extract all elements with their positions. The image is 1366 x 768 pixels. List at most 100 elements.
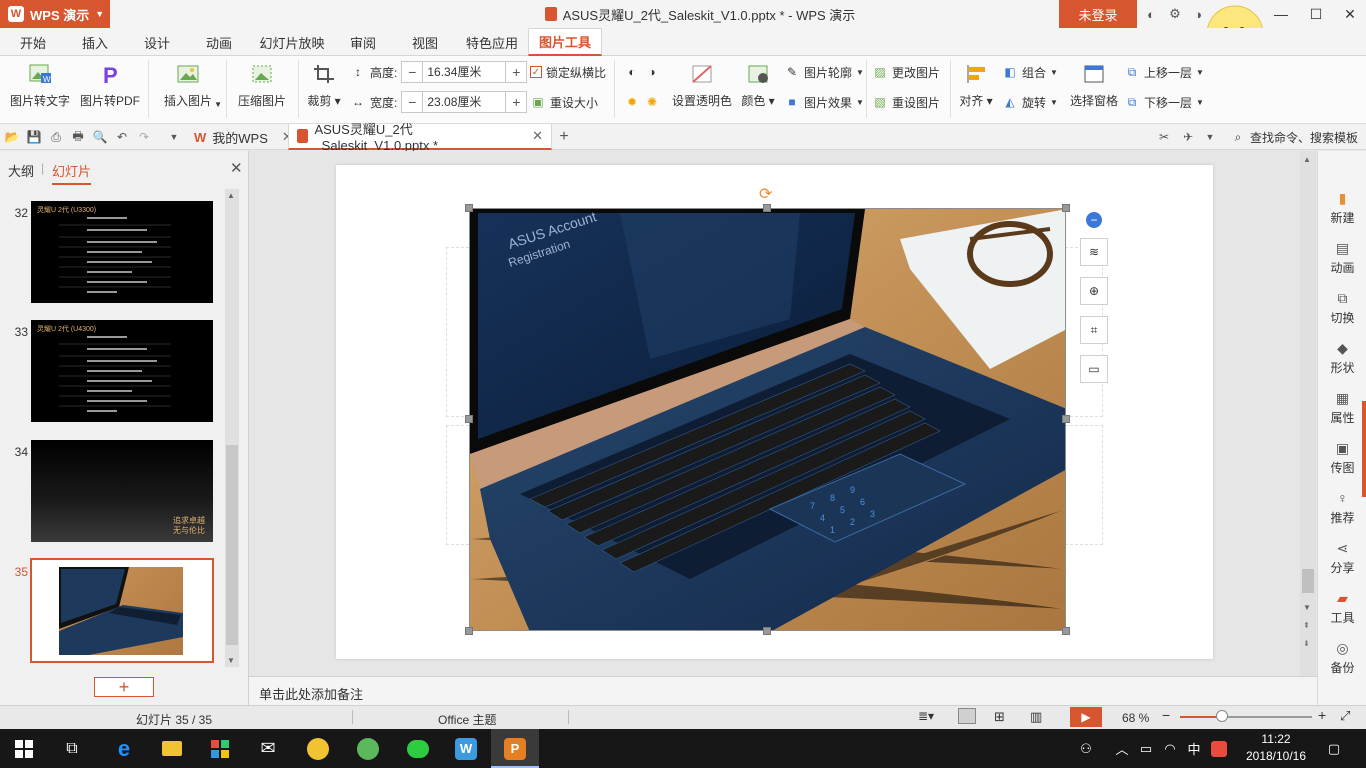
login-button[interactable]: 未登录 (1059, 0, 1137, 28)
width-field[interactable]: − 23.08厘米 + (401, 91, 528, 113)
close-icon[interactable]: ✕ (230, 159, 243, 177)
width-value[interactable]: 23.08厘米 (422, 92, 507, 112)
tab-outline[interactable]: 大纲 (8, 161, 34, 180)
sidebar-item-share[interactable]: ⋖ 分享 (1318, 539, 1366, 576)
redo-icon[interactable]: ↷ (136, 129, 152, 145)
resize-handle[interactable] (465, 415, 473, 423)
bring-forward-button[interactable]: ⧉ 上移一层 ▼ (1124, 61, 1204, 83)
tab-my-wps[interactable]: W 我的WPS ✕ (186, 124, 301, 150)
task-view-icon[interactable]: ⧉ (48, 729, 96, 768)
save-icon[interactable]: 💾 (26, 129, 42, 145)
notes-toggle-icon[interactable]: ≣▾ (918, 709, 934, 723)
resize-handle[interactable] (1062, 204, 1070, 212)
people-icon[interactable]: ⚇ (1074, 729, 1098, 768)
sidebar-item-shape[interactable]: ◆ 形状 (1318, 339, 1366, 376)
maximize-button[interactable]: ☐ (1299, 0, 1333, 28)
tab-insert[interactable]: 插入 (70, 28, 120, 56)
clock[interactable]: 11:22 2018/10/16 (1236, 731, 1316, 765)
slide-thumbnail-33[interactable]: 灵耀U 2代 (U4300) (31, 320, 213, 422)
sidebar-item-new[interactable]: ▮ 新建 (1318, 189, 1366, 226)
tab-home[interactable]: 开始 (8, 28, 58, 56)
scroll-down-icon[interactable]: ▼ (227, 656, 235, 665)
color-button[interactable]: 颜色 ▾ (738, 62, 778, 109)
frame-icon[interactable]: ▭ (1080, 355, 1108, 383)
slide-thumbnail-35[interactable] (30, 558, 214, 663)
undo-icon[interactable]: ↶ (114, 129, 130, 145)
slide-thumbnail-32[interactable]: 灵耀U 2代 (U3300) (31, 201, 213, 303)
height-decrement-button[interactable]: − (402, 64, 422, 80)
app-menu-button[interactable]: W WPS 演示 ▼ (0, 0, 110, 28)
sidebar-item-backup[interactable]: ◎ 备份 (1318, 639, 1366, 676)
resize-handle[interactable] (1062, 627, 1070, 635)
pin-icon[interactable]: ✂ (1156, 129, 1172, 145)
play-slideshow-button[interactable]: ▶ (1070, 707, 1102, 727)
zoom-in-icon[interactable]: + (1318, 707, 1326, 723)
scroll-up-icon[interactable]: ▲ (227, 191, 235, 200)
height-field[interactable]: − 16.34厘米 + (401, 61, 528, 83)
lock-ratio-checkbox[interactable]: ✓ 锁定纵横比 (530, 61, 606, 83)
reading-view-icon[interactable]: ▥ (1030, 709, 1042, 725)
rotate-handle-icon[interactable]: ⟳ (759, 184, 772, 204)
zoom-in-icon[interactable]: ⊕ (1080, 277, 1108, 305)
print-preview-icon[interactable]: 🔍 (92, 129, 108, 145)
tab-design[interactable]: 设计 (132, 28, 182, 56)
resize-handle[interactable] (763, 204, 771, 212)
tab-slideshow[interactable]: 幻灯片放映 (254, 28, 330, 56)
tools-icon[interactable]: ✈ (1180, 129, 1196, 145)
tab-special[interactable]: 特色应用 (460, 28, 524, 56)
command-search[interactable]: ⌕ 查找命令、搜索模板 (1230, 126, 1358, 148)
selection-pane-button[interactable]: 选择窗格 (1066, 62, 1122, 109)
start-button[interactable] (0, 729, 48, 768)
wifi-icon[interactable]: ◠ (1160, 729, 1180, 768)
resize-handle[interactable] (763, 627, 771, 635)
customize-toolbar-icon[interactable]: ▼ (166, 129, 182, 145)
slide-thumbnail-34[interactable]: 追求卓越 无与伦比 (31, 440, 213, 542)
open-icon[interactable]: 📂 (4, 129, 20, 145)
tab-document[interactable]: ASUS灵耀U_2代_Saleskit_V1.0.pptx * ✕ (288, 122, 552, 153)
scrollbar-thumb[interactable] (1302, 569, 1314, 593)
tab-view[interactable]: 视图 (402, 28, 448, 56)
notification-icon[interactable]: ▢ (1322, 729, 1346, 768)
wechat-icon[interactable] (394, 729, 442, 768)
battery-icon[interactable]: ▭ (1136, 729, 1156, 768)
store-icon[interactable] (196, 729, 244, 768)
set-transparent-button[interactable]: 设置透明色 (668, 62, 736, 109)
wps-presentation-icon[interactable]: P (491, 729, 539, 768)
sidebar-item-tools[interactable]: ▰ 工具 (1318, 589, 1366, 626)
width-decrement-button[interactable]: − (402, 94, 422, 110)
width-increment-button[interactable]: + (506, 94, 526, 110)
sidebar-item-properties[interactable]: ▦ 属性 (1318, 389, 1366, 426)
print-icon[interactable]: 🖶 (70, 129, 86, 145)
resize-handle[interactable] (1062, 415, 1070, 423)
file-explorer-icon[interactable] (148, 729, 196, 768)
scroll-up-icon[interactable]: ▲ (1303, 155, 1311, 164)
fit-window-icon[interactable]: ⤢ (1340, 708, 1350, 724)
sidebar-expand-handle[interactable] (1362, 401, 1366, 497)
notes-pane[interactable]: 单击此处添加备注 (249, 676, 1317, 705)
normal-view-icon[interactable] (958, 708, 976, 724)
sogou-icon[interactable] (1208, 729, 1230, 768)
chevron-down-icon[interactable]: ▼ (1202, 129, 1218, 145)
resize-handle[interactable] (465, 204, 473, 212)
mail-icon[interactable]: ✉ (244, 729, 292, 768)
scroll-down-icon[interactable]: ▼ (1303, 603, 1311, 612)
picture-effect-button[interactable]: ■ 图片效果 ▼ (784, 91, 864, 113)
scrollbar-thumb[interactable] (226, 445, 238, 645)
tab-animation[interactable]: 动画 (194, 28, 244, 56)
browser-360-icon[interactable] (344, 729, 392, 768)
reset-picture-button[interactable]: ▧ 重设图片 (872, 91, 940, 113)
group-button[interactable]: ◧ 组合 ▼ (1002, 61, 1058, 83)
slide-sorter-icon[interactable]: ⊞ (994, 709, 1005, 725)
align-button[interactable]: 对齐 ▾ (956, 62, 996, 109)
tray-expand-icon[interactable]: ︿ (1112, 729, 1132, 768)
canvas-scrollbar[interactable]: ▲ ▼ ⇞ ⇟ (1300, 151, 1316, 676)
crop-icon[interactable]: ⌗ (1080, 316, 1108, 344)
crop-button[interactable]: 裁剪 ▾ (304, 62, 344, 109)
laptop-photo[interactable]: ASUS Account Registration 789 456 123 (469, 208, 1066, 631)
new-tab-icon[interactable]: + (556, 128, 572, 145)
compress-picture-button[interactable]: 压缩图片 (232, 62, 292, 109)
zoom-slider[interactable] (1180, 710, 1312, 722)
rotate-button[interactable]: ◭ 旋转 ▼ (1002, 91, 1058, 113)
tab-slides[interactable]: 幻灯片 (52, 161, 92, 185)
prev-slide-icon[interactable]: ⇞ (1303, 621, 1310, 630)
